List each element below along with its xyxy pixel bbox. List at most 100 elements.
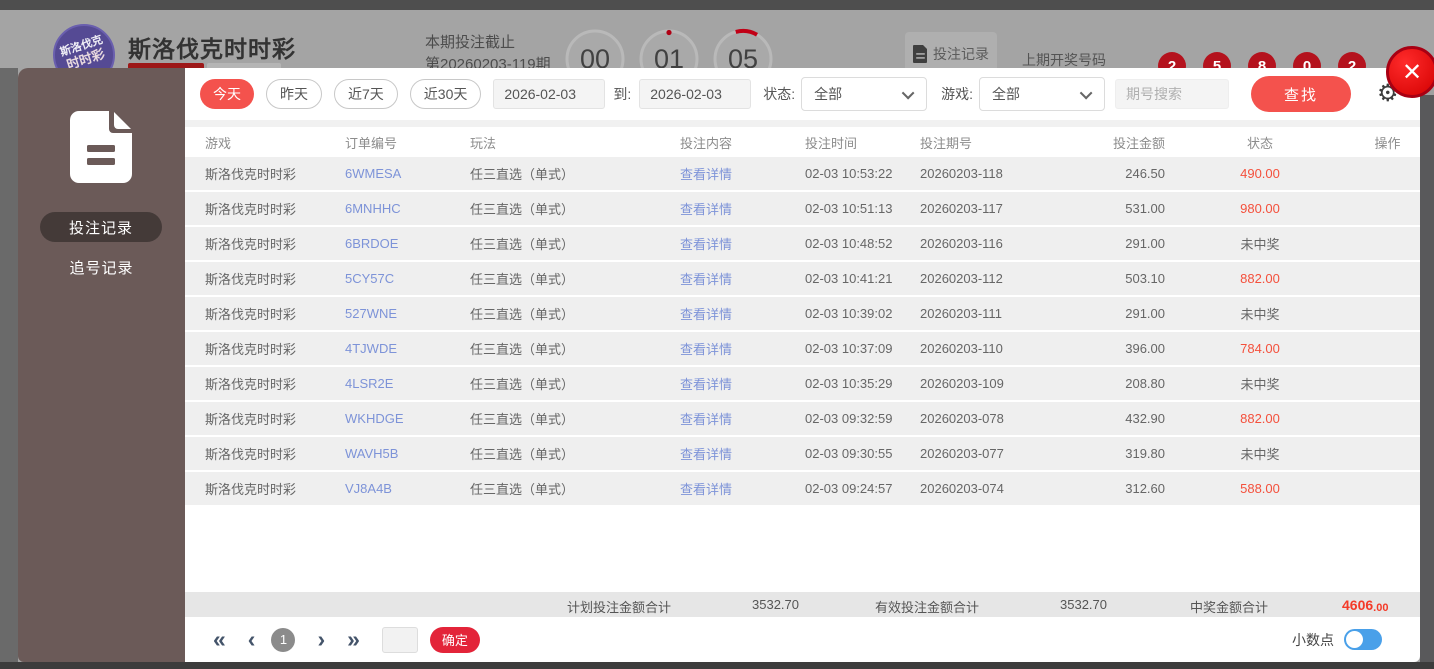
view-details-link[interactable]: 查看详情: [680, 199, 795, 218]
col-time: 投注时间: [805, 135, 858, 151]
table-header: 游戏 订单编号 玩法 投注内容 投注时间 投注期号 投注金额 状态 操作: [185, 127, 1420, 157]
order-id-link[interactable]: VJ8A4B: [345, 481, 470, 496]
cell-play: 任三直选（单式）: [470, 272, 575, 287]
order-id-link[interactable]: 6WMESA: [345, 166, 470, 181]
col-action: 操作: [1374, 135, 1401, 151]
cell-play: 任三直选（单式）: [470, 447, 575, 462]
col-content: 投注内容: [680, 135, 733, 151]
filter-bar: 今天 昨天 近7天 近30天 到: 状态: 全部 游戏: 全部 查找 ⚙: [185, 68, 1420, 120]
records-doc-icon: [70, 111, 132, 183]
order-id-link[interactable]: 4LSR2E: [345, 376, 470, 391]
status-select[interactable]: 全部: [801, 77, 928, 111]
order-id-link[interactable]: 5CY57C: [345, 271, 470, 286]
prev-page-button[interactable]: ‹: [248, 628, 256, 651]
cell-game: 斯洛伐克时时彩: [205, 447, 297, 462]
cell-status: 588.00: [1240, 481, 1280, 496]
modal-content: 今天 昨天 近7天 近30天 到: 状态: 全部 游戏: 全部 查找 ⚙ 游戏: [185, 68, 1420, 662]
current-page-indicator[interactable]: 1: [271, 627, 296, 652]
cell-period: 20260203-074: [920, 481, 1004, 496]
view-details-link[interactable]: 查看详情: [680, 374, 795, 393]
sidebar-item-bet-records[interactable]: 投注记录: [40, 212, 162, 242]
next-page-button[interactable]: ›: [317, 628, 325, 651]
cell-time: 02-03 09:24:57: [805, 481, 893, 496]
cell-play: 任三直选（单式）: [470, 167, 575, 182]
first-page-button[interactable]: «: [213, 628, 226, 651]
valid-total-value: 3532.70: [1060, 597, 1107, 612]
cell-game: 斯洛伐克时时彩: [205, 272, 297, 287]
view-details-link[interactable]: 查看详情: [680, 269, 795, 288]
col-game: 游戏: [205, 135, 232, 151]
game-filter-label: 游戏:: [941, 86, 974, 102]
cell-game: 斯洛伐克时时彩: [205, 167, 297, 182]
cell-status: 未中奖: [1240, 447, 1280, 462]
cell-status: 784.00: [1240, 341, 1280, 356]
cell-amount: 396.00: [1125, 341, 1165, 356]
view-details-link[interactable]: 查看详情: [680, 164, 795, 183]
cell-amount: 531.00: [1125, 201, 1165, 216]
quick-filter-today[interactable]: 今天: [200, 79, 254, 109]
document-icon: [913, 45, 927, 63]
cell-time: 02-03 10:48:52: [805, 236, 893, 251]
quick-filter-30days[interactable]: 近30天: [409, 79, 482, 109]
cell-play: 任三直选（单式）: [470, 377, 575, 392]
cell-period: 20260203-109: [920, 376, 1004, 391]
bet-records-header-label: 投注记录: [933, 46, 989, 62]
decimal-toggle[interactable]: [1344, 629, 1382, 650]
cell-game: 斯洛伐克时时彩: [205, 202, 297, 217]
win-total-int: 4606: [1342, 597, 1374, 613]
page-confirm-button[interactable]: 确定: [429, 626, 480, 653]
plan-total-value: 3532.70: [752, 597, 799, 612]
game-select[interactable]: 全部: [979, 77, 1106, 111]
date-to-input[interactable]: [639, 79, 752, 109]
order-id-link[interactable]: 6MNHHC: [345, 201, 470, 216]
order-id-link[interactable]: WAVH5B: [345, 446, 470, 461]
last-page-button[interactable]: »: [347, 628, 360, 651]
order-id-link[interactable]: 6BRDOE: [345, 236, 470, 251]
cell-amount: 291.00: [1125, 306, 1165, 321]
chevron-down-icon: [1079, 86, 1093, 99]
valid-total-label: 有效投注金额合计: [875, 600, 980, 615]
bet-records-modal: 投注记录 追号记录 今天 昨天 近7天 近30天 到: 状态: 全部 游戏: 全…: [18, 68, 1420, 662]
page-title: 斯洛伐克时时彩: [128, 36, 296, 62]
deadline-label: 本期投注截止: [425, 34, 516, 51]
view-details-link[interactable]: 查看详情: [680, 444, 795, 463]
cell-play: 任三直选（单式）: [470, 202, 575, 217]
quick-filter-7days[interactable]: 近7天: [334, 79, 398, 109]
page-top-bar: [0, 0, 1434, 10]
cell-status: 882.00: [1240, 271, 1280, 286]
view-details-link[interactable]: 查看详情: [680, 409, 795, 428]
cell-status: 未中奖: [1240, 307, 1280, 322]
order-id-link[interactable]: WKHDGE: [345, 411, 470, 426]
table-row: 斯洛伐克时时彩 6BRDOE 任三直选（单式） 查看详情 02-03 10:48…: [185, 227, 1420, 262]
table-row: 斯洛伐克时时彩 6WMESA 任三直选（单式） 查看详情 02-03 10:53…: [185, 157, 1420, 192]
order-id-link[interactable]: 4TJWDE: [345, 341, 470, 356]
close-icon[interactable]: ✕: [1386, 46, 1434, 98]
view-details-link[interactable]: 查看详情: [680, 304, 795, 323]
page-bottom-bar: [0, 662, 1434, 669]
cell-amount: 319.80: [1125, 446, 1165, 461]
date-from-input[interactable]: [493, 79, 606, 109]
period-search-input[interactable]: [1115, 79, 1230, 109]
page-number-input[interactable]: [381, 626, 418, 653]
cell-period: 20260203-118: [920, 166, 1003, 181]
last-draw-label: 上期开奖号码: [1022, 52, 1106, 68]
cell-period: 20260203-077: [920, 446, 1004, 461]
view-details-link[interactable]: 查看详情: [680, 339, 795, 358]
cell-time: 02-03 10:51:13: [805, 201, 893, 216]
table-row: 斯洛伐克时时彩 6MNHHC 任三直选（单式） 查看详情 02-03 10:51…: [185, 192, 1420, 227]
decimal-toggle-group: 小数点: [1292, 629, 1382, 650]
win-total-dec: .00: [1373, 602, 1389, 614]
table-body: 斯洛伐克时时彩 6WMESA 任三直选（单式） 查看详情 02-03 10:53…: [185, 157, 1420, 507]
view-details-link[interactable]: 查看详情: [680, 479, 795, 498]
order-id-link[interactable]: 527WNE: [345, 306, 470, 321]
table-row: 斯洛伐克时时彩 VJ8A4B 任三直选（单式） 查看详情 02-03 09:24…: [185, 472, 1420, 507]
page-left-edge: [0, 68, 18, 662]
view-details-link[interactable]: 查看详情: [680, 234, 795, 253]
cell-play: 任三直选（单式）: [470, 482, 575, 497]
sidebar-item-chase-records[interactable]: 追号记录: [18, 253, 185, 281]
search-button[interactable]: 查找: [1251, 76, 1352, 112]
game-select-value: 全部: [992, 86, 1021, 102]
quick-filter-yesterday[interactable]: 昨天: [266, 79, 322, 109]
table-row: 斯洛伐克时时彩 WKHDGE 任三直选（单式） 查看详情 02-03 09:32…: [185, 402, 1420, 437]
cell-period: 20260203-078: [920, 411, 1004, 426]
